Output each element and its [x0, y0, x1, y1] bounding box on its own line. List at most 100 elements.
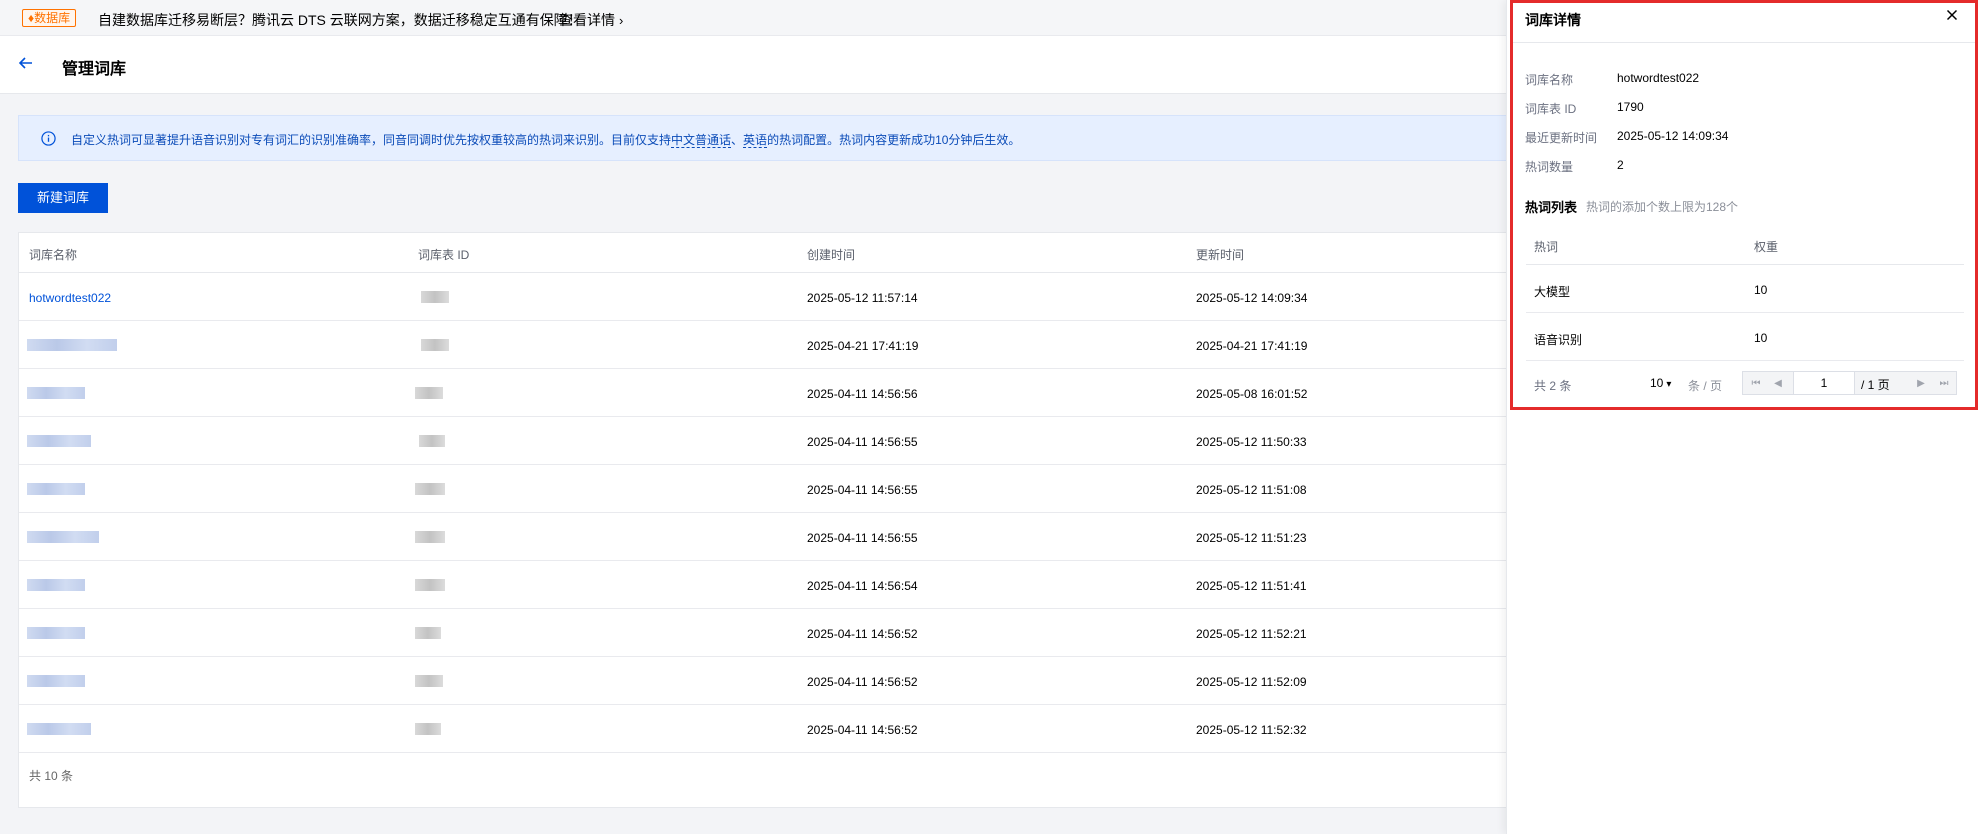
library-name-redacted[interactable]	[27, 387, 85, 399]
table-row[interactable]: 2025-04-11 14:56:55 2025-05-12 11:51:23	[19, 513, 1507, 561]
database-tag: ♦数据库	[22, 9, 77, 27]
library-name-link[interactable]: hotwordtest022	[29, 291, 111, 305]
hotword-row: 语音识别 10	[1526, 313, 1964, 361]
created-time: 2025-04-11 14:56:55	[807, 483, 918, 497]
table-header: 词库名称 词库表 ID 创建时间 更新时间	[19, 233, 1507, 273]
table-row[interactable]: 2025-04-11 14:56:55 2025-05-12 11:50:33	[19, 417, 1507, 465]
table-row[interactable]: 2025-04-21 17:41:19 2025-04-21 17:41:19	[19, 321, 1507, 369]
table-row[interactable]: 2025-04-11 14:56:52 2025-05-12 11:52:21	[19, 609, 1507, 657]
table-row[interactable]: 2025-04-11 14:56:52 2025-05-12 11:52:32	[19, 705, 1507, 753]
library-name-redacted[interactable]	[27, 579, 85, 591]
library-name-redacted[interactable]	[27, 483, 85, 495]
weight-col-header: 权重	[1754, 240, 1779, 254]
hotword-list-hint: 热词的添加个数上限为128个	[1586, 200, 1739, 214]
updated-time: 2025-05-12 11:50:33	[1196, 435, 1307, 449]
field-value-count: 2	[1617, 158, 1624, 172]
page-of-total: / 1 页	[1861, 378, 1890, 392]
library-name-redacted[interactable]	[27, 675, 85, 687]
col-updated-header: 更新时间	[1196, 248, 1245, 262]
page-title: 管理词库	[62, 61, 127, 78]
table-row[interactable]: 2025-04-11 14:56:52 2025-05-12 11:52:09	[19, 657, 1507, 705]
library-name-redacted[interactable]	[27, 435, 91, 447]
chevron-down-icon: ▾	[1666, 379, 1672, 390]
created-time: 2025-04-11 14:56:55	[807, 435, 918, 449]
updated-time: 2025-05-12 11:52:09	[1196, 675, 1307, 689]
created-time: 2025-04-11 14:56:56	[807, 387, 918, 401]
updated-time: 2025-05-12 11:51:41	[1196, 579, 1307, 593]
english-term[interactable]: 英语	[743, 133, 768, 148]
created-time: 2025-04-11 14:56:52	[807, 627, 918, 641]
close-icon[interactable]	[1944, 7, 1960, 23]
library-name-redacted[interactable]	[27, 339, 117, 351]
col-created-header: 创建时间	[807, 248, 856, 262]
detail-drawer	[1506, 0, 1984, 834]
created-time: 2025-04-21 17:41:19	[807, 339, 919, 353]
view-details-label: 查看详情	[559, 12, 615, 28]
chevron-right-icon: ›	[619, 13, 624, 28]
col-id-header: 词库表 ID	[418, 248, 470, 262]
notice-text-part-2: 的热词配置。热词内容更新成功10分钟后生效。	[767, 133, 1021, 147]
library-id-redacted	[415, 723, 441, 735]
updated-time: 2025-04-21 17:41:19	[1196, 339, 1308, 353]
field-label-count: 热词数量	[1525, 160, 1574, 174]
hotword-weight: 10	[1754, 331, 1768, 345]
library-name-redacted[interactable]	[27, 723, 91, 735]
created-time: 2025-04-11 14:56:52	[807, 723, 918, 737]
created-time: 2025-04-11 14:56:55	[807, 531, 918, 545]
last-page-icon[interactable]: ⏭	[1933, 372, 1955, 396]
table-row[interactable]: 2025-04-11 14:56:55 2025-05-12 11:51:08	[19, 465, 1507, 513]
library-id-redacted	[415, 579, 445, 591]
library-id-redacted	[415, 627, 441, 639]
col-name-header: 词库名称	[29, 248, 78, 262]
page-size-unit: 条 / 页	[1688, 379, 1723, 393]
field-value-name: hotwordtest022	[1617, 71, 1700, 85]
library-table: 词库名称 词库表 ID 创建时间 更新时间 hotwordtest022 202…	[18, 232, 1508, 808]
created-time: 2025-05-12 11:57:14	[807, 291, 918, 305]
table-row[interactable]: hotwordtest022 2025-05-12 11:57:14 2025-…	[19, 273, 1507, 321]
field-label-name: 词库名称	[1525, 73, 1574, 87]
view-details-link[interactable]: 查看详情 ›	[559, 10, 623, 30]
field-value-updated: 2025-05-12 14:09:34	[1617, 129, 1729, 143]
library-name-redacted[interactable]	[27, 627, 85, 639]
library-id-redacted	[419, 435, 445, 447]
table-row[interactable]: 2025-04-11 14:56:56 2025-05-08 16:01:52	[19, 369, 1507, 417]
field-label-id: 词库表 ID	[1525, 102, 1577, 116]
next-page-icon[interactable]: ▶	[1910, 372, 1932, 396]
library-id-redacted	[421, 291, 449, 303]
created-time: 2025-04-11 14:56:54	[807, 579, 918, 593]
updated-time: 2025-05-12 11:51:08	[1196, 483, 1307, 497]
first-page-icon[interactable]: ⏮	[1745, 372, 1767, 396]
notice-text: 自定义热词可显著提升语音识别对专有词汇的识别准确率，同音同调时优先按权重较高的热…	[71, 131, 1020, 148]
page-number-input[interactable]: 1	[1793, 372, 1855, 394]
pagination-controls: ⏮ ◀ 1 / 1 页 ▶ ⏭	[1742, 371, 1957, 395]
create-library-button[interactable]: 新建词库	[18, 183, 108, 213]
library-id-redacted	[415, 675, 443, 687]
page-size-select[interactable]: 10 ▾	[1650, 376, 1671, 390]
library-id-redacted	[415, 387, 443, 399]
library-id-redacted	[415, 531, 445, 543]
field-label-updated: 最近更新时间	[1525, 131, 1598, 145]
drawer-title: 词库详情	[1525, 12, 1581, 28]
arrow-left-icon[interactable]	[16, 53, 36, 73]
hotword-text: 大模型	[1534, 285, 1571, 299]
prev-page-icon[interactable]: ◀	[1767, 372, 1789, 396]
pagination-total: 共 2 条	[1534, 379, 1572, 393]
page-size-value: 10	[1650, 376, 1664, 390]
hotword-col-header: 热词	[1534, 240, 1559, 254]
notice-separator: 、	[731, 133, 744, 147]
mandarin-term[interactable]: 中文普通话	[671, 133, 732, 148]
library-name-redacted[interactable]	[27, 531, 99, 543]
hotword-row: 大模型 10	[1526, 265, 1964, 313]
table-row[interactable]: 2025-04-11 14:56:54 2025-05-12 11:51:41	[19, 561, 1507, 609]
drawer-divider	[1510, 42, 1976, 43]
hotword-weight: 10	[1754, 283, 1768, 297]
hotword-text: 语音识别	[1534, 333, 1583, 347]
updated-time: 2025-05-12 11:51:23	[1196, 531, 1307, 545]
hotword-table-header: 热词 权重	[1526, 225, 1964, 265]
updated-time: 2025-05-12 11:52:32	[1196, 723, 1307, 737]
table-total: 共 10 条	[29, 769, 74, 783]
updated-time: 2025-05-12 14:09:34	[1196, 291, 1308, 305]
info-notice: 自定义热词可显著提升语音识别对专有词汇的识别准确率，同音同调时优先按权重较高的热…	[18, 115, 1508, 161]
library-id-redacted	[415, 483, 445, 495]
banner-text: 自建数据库迁移易断层？腾讯云 DTS 云联网方案，数据迁移稳定互通有保障！	[98, 12, 582, 28]
